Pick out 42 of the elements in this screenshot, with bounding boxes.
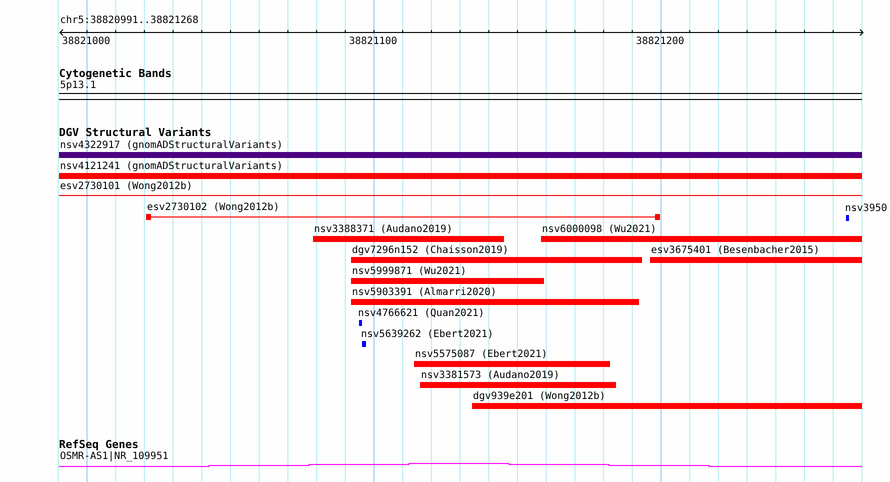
feature-label: esv2730102 (Wong2012b): [147, 202, 280, 213]
feature-label: nsv5639262 (Ebert2021): [361, 329, 494, 340]
feature-bar[interactable]: [650, 257, 862, 263]
feature-label: nsv4322917 (gnomADStructuralVariants): [60, 140, 283, 151]
feature-bar[interactable]: [351, 257, 642, 263]
feature-bar[interactable]: [359, 320, 362, 326]
track-title: Cytogenetic Bands: [59, 68, 172, 80]
feature-label: nsv3388371 (Audano2019): [314, 224, 452, 235]
feature-line[interactable]: [146, 214, 660, 220]
feature-label: dgv7296n152 (Chaisson2019): [352, 245, 509, 256]
feature-label: nsv3381573 (Audano2019): [421, 370, 560, 381]
tick-label: 38821200: [636, 36, 684, 47]
feature-label: nsv6000098 (Wu2021): [542, 224, 656, 235]
gene-line[interactable]: [59, 463, 862, 467]
feature-label: esv2730101 (Wong2012b): [60, 181, 192, 192]
feature-bar[interactable]: [472, 403, 862, 409]
feature-bar[interactable]: [414, 361, 610, 367]
track-title: RefSeq Genes: [59, 439, 138, 451]
feature-label: nsv4766621 (Quan2021): [358, 308, 484, 319]
feature-label: nsv5903391 (Almarri2020): [352, 287, 496, 298]
feature-label: nsv4121241 (gnomADStructuralVariants): [60, 161, 283, 172]
cytoband-bar[interactable]: [59, 93, 862, 100]
feature-label: nsv5575087 (Ebert2021): [415, 349, 548, 360]
band-label: 5p13.1: [60, 80, 96, 92]
feature-bar[interactable]: [313, 236, 504, 242]
track-title: DGV Structural Variants: [59, 127, 212, 139]
feature-bar[interactable]: [541, 236, 862, 242]
feature-bar[interactable]: [420, 382, 616, 388]
gene-label: OSMR-AS1|NR_109951: [60, 451, 168, 463]
feature-label: nsv3950: [845, 203, 888, 214]
feature-bar[interactable]: [351, 278, 544, 284]
tick-label: 38821100: [349, 36, 398, 47]
feature-bar[interactable]: [59, 173, 862, 179]
feature-label: dgv939e201 (Wong2012b): [473, 391, 606, 402]
tick-label: 38821000: [62, 36, 110, 47]
feature-bar[interactable]: [351, 299, 639, 305]
feature-bar[interactable]: [362, 341, 366, 347]
region-label: chr5:38820991..38821268: [60, 15, 198, 27]
feature-bar[interactable]: [59, 152, 862, 158]
feature-label: nsv5999871 (Wu2021): [352, 266, 466, 277]
feature-bar[interactable]: [846, 215, 849, 221]
feature-label: esv3675401 (Besenbacher2015): [651, 245, 820, 256]
